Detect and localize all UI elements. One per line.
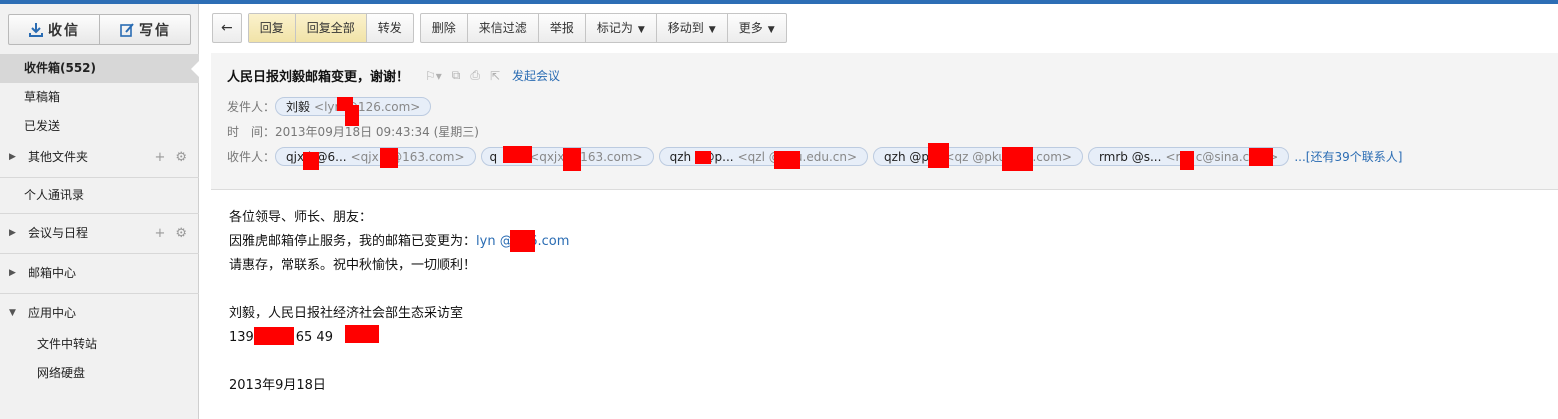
folder-nav: 收件箱(552) 草稿箱 已发送 ▶ 其他文件夹 + ⚙ 个人通讯录 ▶ 会议与日… (0, 54, 200, 388)
nav-file-transfer[interactable]: 文件中转站 (0, 330, 199, 359)
receive-mail-label: 收信 (48, 22, 80, 39)
report-button[interactable]: 举报 (537, 14, 585, 42)
chevron-down-icon: ▼ (767, 25, 775, 35)
back-arrow-icon[interactable]: ← (213, 14, 241, 42)
mail-subject: 人民日报刘毅邮箱变更，谢谢！ (227, 70, 410, 85)
nav-app-center-label: 应用中心 (28, 306, 77, 320)
nav-contacts[interactable]: 个人通讯录 (0, 181, 199, 210)
redaction-mark (510, 230, 535, 252)
pencil-icon (120, 22, 134, 37)
redaction-mark (695, 151, 711, 164)
more-dropdown[interactable]: 更多 ▼ (726, 14, 786, 42)
redaction-mark (1002, 147, 1033, 171)
more-label: 更多 (738, 21, 763, 35)
header-icons: ⚐▾ ⧉ ⎙ ⇱ (425, 68, 510, 83)
nav-net-disk[interactable]: 网络硬盘 (0, 359, 199, 388)
divider (0, 213, 199, 214)
sender-row: 发件人： 刘毅 <lyn @126.com> (227, 97, 436, 116)
nav-other-folders[interactable]: ▶ 其他文件夹 + ⚙ (0, 141, 199, 174)
settings-gear-icon[interactable]: ⚙ (175, 226, 187, 241)
recipient-address: <qxjx @163.com> (529, 149, 643, 164)
compose-label: 写信 (139, 22, 171, 39)
reply-all-button[interactable]: 回复全部 (294, 14, 366, 42)
mail-header: 人民日报刘毅邮箱变更，谢谢！ ⚐▾ ⧉ ⎙ ⇱ 发起会议 发件人： 刘毅 <ly… (211, 53, 1558, 190)
nav-sent[interactable]: 已发送 (0, 112, 199, 141)
mail-toolbar: ← 回复 回复全部 转发 删除 来信过滤 举报 标记为 ▼ 移动到 ▼ 更多 ▼ (212, 13, 793, 43)
sender-name: 刘毅 (286, 100, 311, 114)
filter-button[interactable]: 来信过滤 (466, 14, 538, 42)
recipient-chip[interactable]: qzh @p...<qz @pku.edu.com> (873, 147, 1083, 166)
redaction-mark (563, 148, 581, 171)
redaction-mark (380, 148, 398, 168)
nav-drafts[interactable]: 草稿箱 (0, 83, 199, 112)
redaction-mark (774, 151, 800, 169)
redaction-mark (1180, 151, 1194, 170)
move-to-label: 移动到 (667, 21, 704, 35)
recipient-name: rmrb @s... (1098, 149, 1162, 164)
redaction-mark (254, 327, 294, 345)
redaction-mark (303, 152, 319, 170)
recipient-name: q (489, 149, 498, 164)
divider (0, 293, 199, 294)
top-accent-bar (0, 0, 1558, 4)
recipient-address: <qjx p@163.com> (350, 149, 465, 164)
nav-calendar[interactable]: ▶ 会议与日程 + ⚙ (0, 217, 199, 250)
time-value: 2013年09月18日 09:43:34 (星期三) (275, 125, 479, 139)
download-icon (29, 22, 43, 37)
recipient-chip[interactable]: qzh g@p... <qzl @pku.edu.cn> (658, 147, 869, 166)
popout-icon[interactable]: ⧉ (452, 68, 461, 83)
action-group: 删除 来信过滤 举报 标记为 ▼ 移动到 ▼ 更多 ▼ (419, 13, 787, 43)
sender-address: <lyn @126.com> (314, 99, 421, 114)
add-event-icon[interactable]: + (154, 226, 165, 241)
settings-gear-icon[interactable]: ⚙ (175, 150, 187, 165)
compose-bar: 收信 写信 (8, 14, 191, 45)
expand-arrow-icon[interactable]: ▶ (9, 257, 16, 290)
body-date: 2013年9月18日 (229, 378, 326, 393)
divider (0, 253, 199, 254)
body-line-wishes: 请惠存，常联系。祝中秋愉快，一切顺利！ (229, 258, 477, 273)
reply-group: 回复 回复全部 转发 (247, 13, 414, 43)
chevron-down-icon: ▼ (637, 25, 645, 35)
delete-button[interactable]: 删除 (421, 14, 467, 42)
redaction-mark (345, 105, 359, 126)
forward-button[interactable]: 转发 (365, 14, 413, 42)
subject-row: 人民日报刘毅邮箱变更，谢谢！ ⚐▾ ⧉ ⎙ ⇱ 发起会议 (227, 66, 560, 85)
expand-arrow-icon[interactable]: ▶ (9, 217, 16, 250)
flag-icon[interactable]: ⚐▾ (425, 69, 442, 83)
nav-mail-center-label: 邮箱中心 (28, 266, 77, 280)
start-meeting-link[interactable]: 发起会议 (512, 67, 560, 84)
sidebar: 收信 写信 收件箱(552) 草稿箱 已发送 ▶ 其他文件夹 + ⚙ 个人通讯录 … (0, 4, 200, 419)
print-icon[interactable]: ⎙ (470, 68, 480, 83)
receive-mail-button[interactable]: 收信 (9, 15, 99, 44)
chevron-down-icon: ▼ (708, 25, 716, 35)
body-greeting: 各位领导、师长、朋友： (229, 210, 373, 225)
nav-app-center[interactable]: ▼ 应用中心 (0, 297, 199, 330)
add-folder-icon[interactable]: + (154, 150, 165, 165)
recipients-row: 收件人： qjx b@6... <qjx p@163.com> q <qxjx @1… (227, 147, 1402, 166)
nav-inbox[interactable]: 收件箱(552) (0, 54, 200, 83)
mark-as-label: 标记为 (596, 21, 633, 35)
redaction-mark (345, 325, 379, 343)
divider (0, 177, 199, 178)
reply-button[interactable]: 回复 (248, 14, 295, 42)
time-label: 时 间： (227, 125, 276, 139)
body-signature: 刘毅，人民日报社经济社会部生态采访室 (229, 306, 464, 321)
back-group: ← (212, 13, 242, 43)
recipients-label: 收件人： (227, 150, 276, 164)
compose-button[interactable]: 写信 (99, 15, 190, 44)
body-line-text: 因雅虎邮箱停止服务，我的邮箱已变更为： (229, 234, 477, 249)
sender-label: 发件人： (227, 100, 276, 114)
expand-arrow-icon[interactable]: ▶ (9, 141, 16, 174)
redaction-mark (1249, 148, 1273, 166)
collapse-arrow-icon[interactable]: ▼ (9, 297, 16, 330)
share-icon[interactable]: ⇱ (490, 69, 500, 83)
move-to-dropdown[interactable]: 移动到 ▼ (655, 14, 727, 42)
redaction-mark (928, 143, 949, 168)
nav-calendar-label: 会议与日程 (28, 226, 89, 240)
nav-mail-center[interactable]: ▶ 邮箱中心 (0, 257, 199, 290)
nav-other-folders-label: 其他文件夹 (28, 150, 89, 164)
mark-as-dropdown[interactable]: 标记为 ▼ (584, 14, 656, 42)
redaction-mark (503, 146, 532, 163)
more-contacts-link[interactable]: ...[还有39个联系人] (1294, 148, 1402, 165)
